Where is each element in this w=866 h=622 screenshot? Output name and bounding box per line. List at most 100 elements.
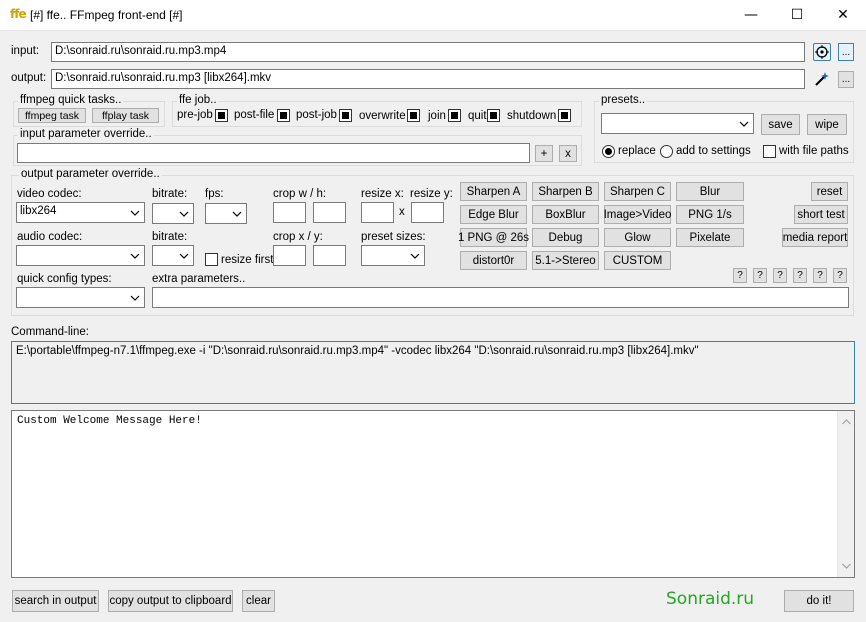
command-line-label: Command-line:	[11, 326, 89, 338]
close-button[interactable]: ✕	[820, 0, 866, 30]
blur-button[interactable]: Blur	[676, 182, 744, 201]
extra-params-field[interactable]	[152, 287, 849, 308]
presets-dropdown[interactable]	[601, 113, 754, 134]
sharpen-a-button[interactable]: Sharpen A	[460, 182, 527, 201]
help-button-5[interactable]: ?	[813, 268, 827, 283]
crop-width-field[interactable]	[273, 202, 306, 223]
glow-button[interactable]: Glow	[604, 228, 671, 247]
save-preset-button[interactable]: save	[761, 114, 800, 135]
scroll-up-icon[interactable]	[842, 416, 851, 428]
output-label: output:	[11, 72, 47, 84]
audio-codec-dropdown[interactable]	[16, 245, 145, 266]
brand-label: Sonraid.ru	[666, 589, 755, 609]
post-job-checkbox[interactable]	[339, 109, 352, 122]
image-to-video-button[interactable]: Image>Video	[604, 205, 671, 224]
clear-button[interactable]: clear	[242, 590, 275, 612]
resize-y-field[interactable]	[411, 202, 444, 223]
quick-config-label: quick config types:	[17, 273, 112, 285]
input-field[interactable]: D:\sonraid.ru\sonraid.ru.mp3.mp4	[51, 42, 805, 62]
preset-sizes-label: preset sizes:	[361, 231, 426, 243]
help-button-2[interactable]: ?	[753, 268, 767, 283]
boxblur-button[interactable]: BoxBlur	[532, 205, 599, 224]
chevron-down-icon	[738, 114, 750, 133]
video-codec-dropdown[interactable]: libx264	[16, 202, 145, 223]
sharpen-b-button[interactable]: Sharpen B	[532, 182, 599, 201]
surround-to-stereo-button[interactable]: 5.1->Stereo	[532, 251, 599, 270]
preset-sizes-dropdown[interactable]	[361, 245, 425, 266]
chevron-down-icon	[129, 203, 141, 222]
short-test-button[interactable]: short test	[794, 205, 848, 224]
console-text: Custom Welcome Message Here!	[17, 415, 202, 427]
presets-title: presets..	[599, 94, 648, 106]
maximize-button[interactable]: ☐	[774, 0, 820, 30]
quick-tasks-title: ffmpeg quick tasks..	[18, 94, 124, 106]
pre-job-checkbox[interactable]	[215, 109, 228, 122]
scroll-down-icon[interactable]	[842, 560, 851, 572]
remove-override-button[interactable]: x	[559, 145, 577, 162]
resize-x-label: resize x:	[361, 188, 404, 200]
quit-checkbox[interactable]	[487, 109, 500, 122]
overwrite-checkbox[interactable]	[407, 109, 420, 122]
distortor-button[interactable]: distort0r	[460, 251, 527, 270]
replace-label: replace	[618, 145, 656, 157]
search-in-output-button[interactable]: search in output	[12, 590, 99, 612]
chevron-down-icon	[129, 288, 141, 307]
resize-x-separator: x	[399, 206, 405, 218]
crop-height-field[interactable]	[313, 202, 346, 223]
ffmpeg-task-button[interactable]: ffmpeg task	[18, 108, 86, 123]
resize-first-label: resize first	[221, 254, 274, 266]
copy-to-clipboard-button[interactable]: copy output to clipboard	[108, 590, 233, 612]
do-it-button[interactable]: do it!	[784, 590, 854, 612]
magic-wand-icon[interactable]	[813, 70, 831, 88]
png-at-26s-button[interactable]: 1 PNG @ 26s	[458, 228, 529, 247]
debug-button[interactable]: Debug	[532, 228, 599, 247]
png-per-second-button[interactable]: PNG 1/s	[676, 205, 744, 224]
wipe-preset-button[interactable]: wipe	[807, 114, 847, 135]
console-scrollbar[interactable]	[837, 411, 854, 577]
post-file-label: post-file	[234, 109, 275, 121]
overwrite-label: overwrite	[359, 110, 406, 122]
quick-config-dropdown[interactable]	[16, 287, 145, 308]
target-icon[interactable]	[813, 43, 831, 61]
crop-wh-label: crop w / h:	[273, 188, 327, 200]
output-field[interactable]: D:\sonraid.ru\sonraid.ru.mp3 [libx264].m…	[51, 69, 805, 89]
custom-button[interactable]: CUSTOM	[604, 251, 671, 270]
reset-button[interactable]: reset	[811, 182, 848, 201]
edge-blur-button[interactable]: Edge Blur	[460, 205, 527, 224]
shutdown-checkbox[interactable]	[558, 109, 571, 122]
help-button-6[interactable]: ?	[833, 268, 847, 283]
command-line-box[interactable]: E:\portable\ffmpeg-n7.1\ffmpeg.exe -i "D…	[11, 341, 855, 404]
help-button-3[interactable]: ?	[773, 268, 787, 283]
post-file-checkbox[interactable]	[277, 109, 290, 122]
input-label: input:	[11, 45, 40, 57]
fps-dropdown[interactable]	[205, 203, 247, 224]
with-file-paths-checkbox[interactable]	[763, 145, 776, 158]
resize-x-field[interactable]	[361, 202, 394, 223]
minimize-button[interactable]: —	[728, 0, 774, 30]
media-report-button[interactable]: media report	[782, 228, 848, 247]
add-to-settings-radio[interactable]	[660, 145, 673, 158]
video-bitrate-dropdown[interactable]	[152, 203, 194, 224]
help-button-4[interactable]: ?	[793, 268, 807, 283]
chevron-down-icon	[409, 246, 421, 265]
join-checkbox[interactable]	[448, 109, 461, 122]
input-browse-button[interactable]: ...	[838, 43, 854, 61]
resize-y-label: resize y:	[410, 188, 453, 200]
help-button-1[interactable]: ?	[733, 268, 747, 283]
crop-x-field[interactable]	[273, 245, 306, 266]
add-override-button[interactable]: +	[535, 145, 553, 162]
ffplay-task-button[interactable]: ffplay task	[92, 108, 159, 123]
input-override-field[interactable]	[17, 143, 530, 163]
with-file-paths-label: with file paths	[779, 145, 849, 157]
join-label: join	[428, 110, 446, 122]
pixelate-button[interactable]: Pixelate	[676, 228, 744, 247]
sharpen-c-button[interactable]: Sharpen C	[604, 182, 671, 201]
replace-radio[interactable]	[602, 145, 615, 158]
output-browse-button[interactable]: ...	[838, 71, 854, 88]
resize-first-checkbox[interactable]	[205, 253, 218, 266]
crop-y-field[interactable]	[313, 245, 346, 266]
console-output[interactable]: Custom Welcome Message Here!	[11, 410, 855, 578]
audio-bitrate-dropdown[interactable]	[152, 245, 194, 266]
video-codec-label: video codec:	[17, 188, 82, 200]
app-icon: ffe	[10, 7, 27, 21]
